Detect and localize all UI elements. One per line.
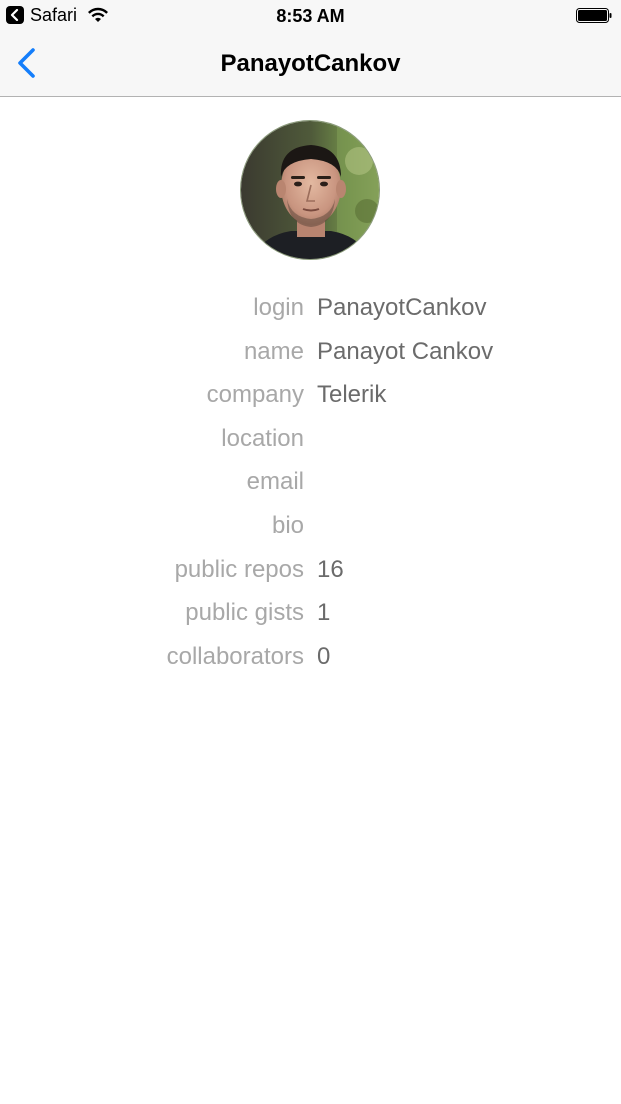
detail-label: company xyxy=(206,381,304,409)
detail-value: 16 xyxy=(317,555,344,583)
detail-row-collaborators: collaborators 0 xyxy=(0,635,621,679)
detail-label: name xyxy=(243,337,304,365)
profile-details: login PanayotCankov name Panayot Cankov … xyxy=(0,286,621,678)
detail-row-bio: bio xyxy=(0,504,621,548)
status-bar: Safari 8:53 AM xyxy=(0,0,621,32)
detail-value: Telerik xyxy=(317,381,387,409)
detail-label: login xyxy=(253,294,304,321)
detail-value: PanayotCankov xyxy=(317,294,487,321)
detail-row-email: email xyxy=(0,460,621,504)
detail-row-public-gists: public gists 1 xyxy=(0,591,621,635)
page-title: PanayotCankov xyxy=(220,50,401,77)
detail-value: 1 xyxy=(317,599,331,627)
detail-label: bio xyxy=(271,511,304,539)
detail-label: location xyxy=(221,424,304,452)
back-button[interactable] xyxy=(10,46,46,82)
detail-row-name: name Panayot Cankov xyxy=(0,330,621,374)
status-time: 8:53 AM xyxy=(276,6,345,26)
detail-row-public-repos: public repos 16 xyxy=(0,548,621,592)
detail-label: public gists xyxy=(185,599,304,627)
detail-value: 0 xyxy=(317,642,331,670)
avatar xyxy=(240,120,380,260)
detail-row-location: location xyxy=(0,417,621,461)
chevron-left-icon xyxy=(18,48,35,78)
detail-label: email xyxy=(246,468,304,496)
navigation-bar: PanayotCankov xyxy=(0,32,621,97)
detail-label: public repos xyxy=(174,555,304,583)
battery-icon xyxy=(576,8,612,23)
detail-row-company: company Telerik xyxy=(0,373,621,417)
detail-value: Panayot Cankov xyxy=(317,337,494,365)
detail-row-login: login PanayotCankov xyxy=(0,286,621,330)
detail-label: collaborators xyxy=(166,642,304,670)
